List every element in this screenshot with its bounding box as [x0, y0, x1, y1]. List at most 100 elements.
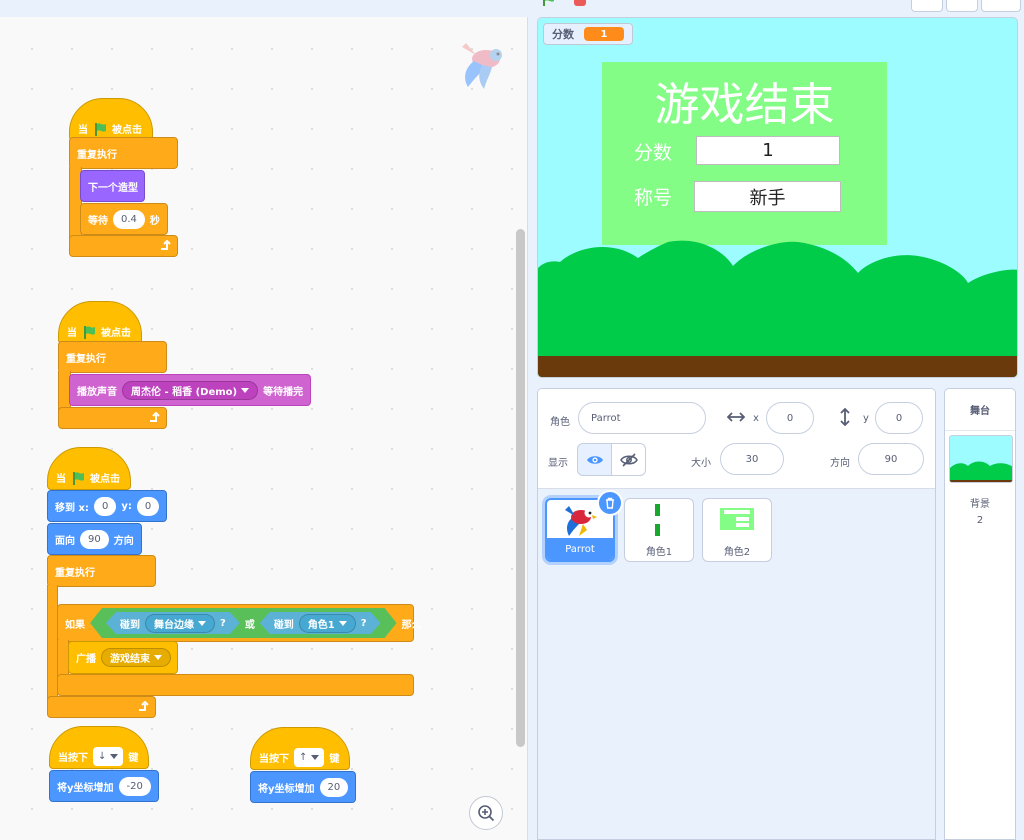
forever-block[interactable]: 重复执行	[58, 341, 167, 373]
hide-sprite-button[interactable]	[611, 443, 646, 476]
if-then-block[interactable]: 如果 碰到 舞台边缘 ? 或 碰到 角色1 ? 那么	[57, 604, 422, 642]
when-flag-clicked-block[interactable]: 当 被点击	[58, 301, 142, 344]
stage-pane-title: 舞台	[945, 389, 1015, 431]
when-flag-clicked-block[interactable]: 当 被点击	[69, 98, 153, 141]
direction-input[interactable]: 90	[858, 443, 924, 475]
size-value: 30	[745, 453, 759, 465]
sprite-tile-name: Parrot	[547, 538, 613, 560]
wait-seconds-input[interactable]: 0.4	[113, 209, 145, 229]
score-value-box: 1	[696, 136, 840, 165]
change-y-block[interactable]: 将y坐标增加 -20	[49, 770, 159, 802]
eye-slash-icon	[619, 452, 638, 467]
forever-block[interactable]: 重复执行	[47, 555, 156, 587]
sound-name: 周杰伦 - 稻香 (Demo)	[131, 386, 238, 398]
code-area[interactable]: 当 被点击 重复执行 下一个造型 等待 0.4 秒 当 被点击 重复执行 播放声…	[0, 17, 528, 840]
show-label: 显示	[548, 458, 568, 469]
key-value: ↓	[98, 751, 107, 762]
monitor-label: 分数	[552, 28, 574, 41]
broadcast-block[interactable]: 广播 游戏结束	[68, 641, 178, 674]
sprite-tile-1[interactable]: 角色1	[624, 498, 694, 562]
hat-prefix: 当	[67, 328, 77, 339]
hat-prefix: 当按下	[58, 753, 88, 764]
parrot-sprite-watermark-icon	[462, 43, 502, 89]
touching-question: ?	[220, 617, 226, 629]
goto-label: 移到 x:	[55, 502, 89, 514]
trash-icon	[606, 497, 614, 509]
parrot-thumbnail-icon	[565, 506, 597, 536]
pipe-thumbnail-icon	[655, 504, 660, 536]
next-costume-label: 下一个造型	[88, 182, 138, 194]
goto-y-input[interactable]: 0	[136, 496, 160, 516]
point-in-direction-block[interactable]: 面向 90 方向	[47, 523, 142, 555]
key-dropdown[interactable]: ↑	[294, 748, 325, 767]
small-stage-button[interactable]	[911, 0, 943, 12]
show-sprite-button[interactable]	[577, 443, 612, 476]
chevron-down-icon	[110, 754, 119, 759]
code-scrollbar[interactable]	[516, 229, 525, 747]
broadcast-label: 广播	[76, 654, 96, 665]
change-y-input[interactable]: 20	[319, 777, 349, 797]
if-label: 如果	[65, 619, 85, 631]
forever-label: 重复执行	[77, 149, 117, 161]
sprite-pane: 角色 Parrot x 0 y 0 显示 大小 30 方向 90 Parrot	[537, 388, 936, 840]
change-y-label: 将y坐标增加	[258, 783, 315, 795]
or-operator-block[interactable]: 碰到 舞台边缘 ? 或 碰到 角色1 ?	[90, 608, 397, 638]
touching-block[interactable]: 碰到 角色1 ?	[260, 612, 381, 634]
when-key-pressed-block[interactable]: 当按下 ↑ 键	[250, 727, 351, 770]
direction-label: 方向	[830, 458, 850, 469]
normal-stage-button[interactable]	[946, 0, 978, 12]
green-flag-icon	[73, 471, 84, 485]
change-y-block[interactable]: 将y坐标增加 20	[250, 771, 357, 803]
eye-icon	[586, 455, 603, 464]
change-y-input[interactable]: -20	[118, 776, 151, 796]
y-label: y	[863, 413, 869, 424]
go-to-xy-block[interactable]: 移到 x: 0 y: 0	[47, 490, 168, 522]
fullscreen-button[interactable]	[981, 0, 1021, 12]
backdrop-thumbnail[interactable]	[949, 435, 1013, 483]
hat-prefix: 当按下	[259, 754, 289, 765]
zoom-in-button[interactable]	[469, 796, 503, 830]
chevron-down-icon	[311, 755, 320, 760]
broadcast-message-dropdown[interactable]: 游戏结束	[101, 648, 171, 667]
forever-block[interactable]: 重复执行	[69, 137, 178, 169]
play-sound-until-done-block[interactable]: 播放声音 周杰伦 - 稻香 (Demo) 等待播完	[69, 374, 312, 406]
direction-input[interactable]: 90	[80, 529, 109, 549]
zoom-in-icon	[478, 805, 495, 822]
if-bottom	[57, 674, 414, 696]
key-dropdown[interactable]: ↓	[93, 747, 124, 766]
backdrop-hills-icon	[950, 461, 1012, 482]
broadcast-message: 游戏结束	[110, 654, 150, 665]
touching-block[interactable]: 碰到 舞台边缘 ?	[106, 612, 240, 634]
y-position-input[interactable]: 0	[875, 402, 923, 434]
green-flag-icon	[84, 325, 95, 339]
point-suffix: 方向	[113, 535, 134, 547]
forever-label: 重复执行	[66, 353, 106, 365]
stop-icon[interactable]	[574, 0, 586, 6]
hat-suffix: 键	[329, 754, 340, 765]
when-flag-clicked-block[interactable]: 当 被点击	[47, 447, 131, 490]
sprite-name-input[interactable]: Parrot	[578, 402, 706, 434]
touching-target-dropdown[interactable]: 舞台边缘	[145, 614, 215, 633]
goto-x-input[interactable]: 0	[93, 496, 117, 516]
next-costume-block[interactable]: 下一个造型	[80, 170, 145, 202]
stage[interactable]: 分数 1 游戏结束 分数 1 称号 新手	[537, 17, 1018, 378]
sprite-tile-2[interactable]: 角色2	[702, 498, 772, 562]
hat-prefix: 当	[78, 125, 88, 136]
then-label: 那么	[401, 619, 422, 631]
chevron-down-icon	[339, 621, 347, 626]
size-input[interactable]: 30	[720, 443, 784, 475]
green-flag-icon[interactable]	[542, 0, 556, 6]
sound-dropdown[interactable]: 周杰伦 - 稻香 (Demo)	[122, 380, 259, 400]
touching-target-dropdown[interactable]: 角色1	[299, 614, 356, 633]
hat-suffix: 被点击	[101, 328, 131, 339]
x-position-input[interactable]: 0	[766, 402, 814, 434]
goto-y-label: y:	[121, 500, 132, 512]
delete-sprite-button[interactable]	[597, 490, 623, 516]
chevron-down-icon	[154, 655, 162, 660]
wait-block[interactable]: 等待 0.4 秒	[80, 203, 168, 235]
game-over-title: 游戏结束	[654, 78, 835, 131]
forever-bottom	[58, 407, 167, 429]
stage-target-pane[interactable]: 舞台 背景 2	[944, 388, 1016, 840]
score-variable-monitor[interactable]: 分数 1	[543, 23, 633, 45]
when-key-pressed-block[interactable]: 当按下 ↓ 键	[49, 726, 150, 769]
